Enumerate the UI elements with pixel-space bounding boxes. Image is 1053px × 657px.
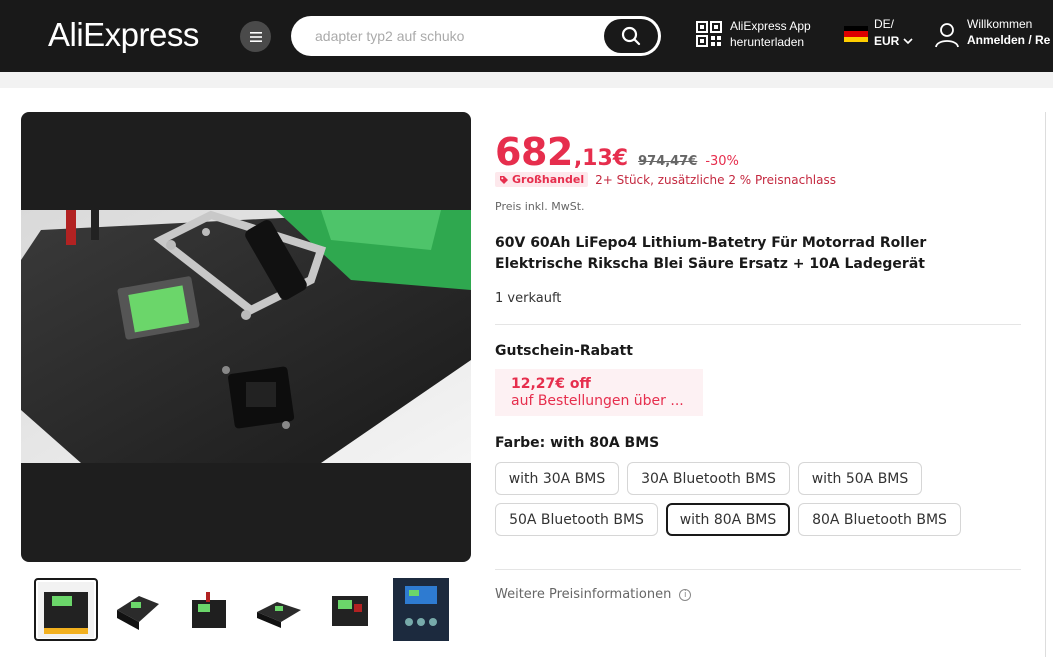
current-price: 682 bbox=[495, 130, 573, 174]
discount-percent: -30% bbox=[705, 154, 739, 169]
qr-code-icon bbox=[696, 21, 722, 47]
search-bar bbox=[291, 16, 661, 56]
current-price-decimals: ,13€ bbox=[573, 146, 629, 171]
main-product-image[interactable] bbox=[21, 112, 471, 562]
aliexpress-logo[interactable]: AliExpress bbox=[48, 16, 199, 54]
thumbnail-1[interactable] bbox=[34, 578, 98, 641]
welcome-label: Willkommen bbox=[967, 17, 1033, 31]
tag-icon bbox=[500, 175, 508, 184]
thumbnail-4[interactable] bbox=[247, 578, 311, 641]
account-menu[interactable]: Willkommen Anmelden / Re bbox=[967, 16, 1050, 48]
top-header: AliExpress AliExpress App herunterladen … bbox=[0, 0, 1053, 72]
color-label: Farbe: with 80A BMS bbox=[495, 435, 660, 451]
more-price-info[interactable]: Weitere Preisinformationen i bbox=[495, 587, 692, 602]
option-30a-bluetooth-bms[interactable]: 30A Bluetooth BMS bbox=[627, 462, 790, 495]
wholesale-badge-label: Großhandel bbox=[512, 173, 585, 186]
language-label: DE/ bbox=[874, 17, 895, 31]
divider bbox=[495, 324, 1021, 325]
divider bbox=[495, 569, 1021, 570]
option-with-30a-bms[interactable]: with 30A BMS bbox=[495, 462, 619, 495]
battery-photo bbox=[21, 210, 471, 463]
search-button[interactable] bbox=[604, 19, 658, 53]
product-title: 60V 60Ah LiFepo4 Lithium-Batetry Für Mot… bbox=[495, 235, 927, 272]
coupon-description: auf Bestellungen über ... bbox=[511, 393, 684, 409]
thumbnail-3[interactable] bbox=[176, 578, 240, 641]
menu-button[interactable] bbox=[240, 21, 271, 52]
original-price: 974,47€ bbox=[638, 154, 698, 169]
coupon-amount: 12,27€ off bbox=[511, 376, 591, 392]
app-label-line2: herunterladen bbox=[730, 35, 805, 49]
info-icon[interactable]: i bbox=[679, 588, 692, 601]
language-currency-selector[interactable]: DE/ EUR bbox=[874, 16, 913, 50]
hamburger-icon bbox=[249, 31, 262, 42]
chevron-down-icon bbox=[903, 38, 913, 45]
sold-count: 1 verkauft bbox=[495, 291, 562, 306]
header-spacer bbox=[0, 72, 1053, 88]
wholesale-badge: Großhandel bbox=[495, 172, 589, 187]
price-row: 682 ,13€ 974,47€ -30% bbox=[495, 130, 739, 174]
currency-label: EUR bbox=[874, 34, 900, 48]
app-download[interactable]: AliExpress App herunterladen bbox=[696, 18, 811, 50]
sign-in-link[interactable]: Anmelden / Re bbox=[967, 32, 1050, 48]
user-icon[interactable] bbox=[934, 22, 960, 48]
wholesale-row: Großhandel 2+ Stück, zusätzliche 2 % Pre… bbox=[495, 172, 836, 187]
app-label-line1: AliExpress App bbox=[730, 19, 811, 33]
search-icon bbox=[621, 26, 641, 46]
thumbnail-strip bbox=[34, 578, 460, 641]
tax-note: Preis inkl. MwSt. bbox=[495, 200, 585, 213]
thumbnail-6[interactable] bbox=[389, 578, 453, 641]
option-with-80a-bms[interactable]: with 80A BMS bbox=[666, 503, 790, 536]
coupon-heading: Gutschein-Rabatt bbox=[495, 343, 633, 359]
option-with-50a-bms[interactable]: with 50A BMS bbox=[798, 462, 922, 495]
option-80a-bluetooth-bms[interactable]: 80A Bluetooth BMS bbox=[798, 503, 961, 536]
search-input[interactable] bbox=[293, 18, 593, 54]
german-flag-icon[interactable] bbox=[844, 26, 868, 43]
more-price-info-label: Weitere Preisinformationen bbox=[495, 587, 672, 602]
thumbnail-5[interactable] bbox=[318, 578, 382, 641]
coupon-card[interactable]: 12,27€ off auf Bestellungen über ... bbox=[495, 369, 703, 416]
wholesale-text: 2+ Stück, zusätzliche 2 % Preisnachlass bbox=[595, 172, 836, 187]
thumbnail-2[interactable] bbox=[105, 578, 169, 641]
side-panel-edge bbox=[1045, 112, 1053, 657]
option-50a-bluetooth-bms[interactable]: 50A Bluetooth BMS bbox=[495, 503, 658, 536]
